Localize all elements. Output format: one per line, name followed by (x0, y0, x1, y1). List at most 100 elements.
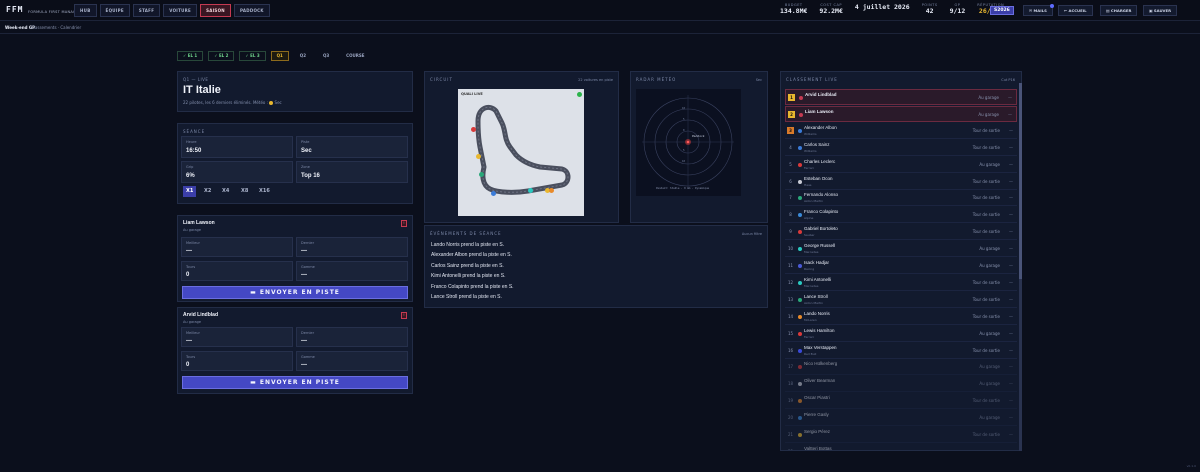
speed-x2-button[interactable]: X2 (201, 186, 214, 197)
mail-button[interactable]: ✉ MAILS (1023, 4, 1054, 16)
mail-label: MAILS (1033, 8, 1047, 13)
standings-row[interactable]: 15 Lewis Hamilton Ferrari Au garage — (785, 326, 1017, 342)
driver-name: Nico Hülkenberg (804, 361, 838, 367)
lap-time: — (1009, 178, 1013, 184)
cell-label: Grip (186, 165, 194, 169)
driver-status: Au garage (978, 111, 999, 117)
radar-map: 10 5 0 5 10 Paddock Pendant: Stable · 0 … (636, 89, 741, 196)
cell-value: 16:50 (186, 148, 202, 154)
brand[interactable]: FFM FORMULA FIRST MANAGER (6, 5, 81, 14)
team-name: Sauber (804, 233, 815, 238)
save-label: SAUVER (1153, 8, 1172, 13)
cell-value: — (301, 338, 307, 344)
standings-row[interactable]: 4 Carlos Sainz Williams Tour de sortie — (785, 140, 1017, 156)
standings-row[interactable]: 6 Esteban Ocon Haas Tour de sortie — (785, 174, 1017, 190)
tab-q1[interactable]: Q1 (270, 51, 289, 61)
send-to-track-button[interactable]: ▬ ENVOYER EN PISTE (182, 286, 408, 299)
lap-time: — (1009, 229, 1013, 235)
stat-gp: GP 9/12 (944, 3, 972, 16)
team-color-dot (798, 213, 802, 218)
speed-x16-button[interactable]: X16 (256, 186, 273, 197)
tab-q2[interactable]: Q2 (294, 51, 312, 61)
standings-row[interactable]: 8 Franco Colapinto Alpine Tour de sortie — (785, 207, 1017, 224)
radar-rings (642, 95, 734, 189)
position-number: 15 (787, 330, 794, 336)
lap-time: — (1009, 449, 1013, 450)
cell-label: Gomme (301, 355, 315, 359)
breadcrumb-links[interactable]: Classements · Calendrier (31, 25, 81, 30)
tab-el2[interactable]: ✓ EL 2 (208, 51, 235, 61)
standings-row[interactable]: 11 Isack Hadjar Racing Au garage — (785, 258, 1017, 274)
standings-row[interactable]: 10 George Russell Mercedes Au garage — (785, 241, 1017, 258)
driver-name: Pierre Gasly (804, 412, 829, 418)
standings-row[interactable]: 1 Arvid Lindblad Au garage — (785, 89, 1017, 105)
team-color-dot (798, 179, 802, 184)
nav-equipe[interactable]: ÉQUIPE (99, 4, 130, 17)
position-number: 19 (787, 398, 794, 404)
driver-status: Au garage (979, 263, 1000, 268)
team-color-dot (798, 162, 802, 167)
standings-scrollbar[interactable] (1019, 83, 1022, 451)
events-filter[interactable]: Aucun filtre (742, 232, 762, 236)
button-label: ENVOYER EN PISTE (259, 379, 340, 386)
driver-status: Tour de sortie (972, 178, 1000, 184)
standings-row[interactable]: 17 Nico Hülkenberg Au garage — (785, 359, 1017, 376)
nav-hub[interactable]: HUB (74, 4, 97, 17)
standings-row[interactable]: 21 Sergio Pérez Tour de sortie — (785, 427, 1017, 443)
driver-name: Charles Leclerc (804, 158, 836, 164)
nav-saison[interactable]: SAISON (200, 4, 231, 17)
speed-x8-button[interactable]: X8 (238, 186, 251, 197)
save-button[interactable]: ▣ SAUVER (1143, 5, 1178, 16)
driver-status: Tour de sortie (972, 127, 1000, 133)
speed-x1-button[interactable]: X1 (183, 186, 197, 197)
standings-row[interactable]: 14 Lando Norris McLaren Tour de sortie — (785, 309, 1017, 325)
speed-x4-button[interactable]: X4 (219, 186, 232, 197)
standings-row[interactable]: 5 Charles Leclerc Ferrari Au garage — (785, 157, 1017, 173)
load-button[interactable]: ▤ CHARGER (1100, 5, 1138, 16)
driver-name: George Russell (804, 243, 836, 249)
tab-el1[interactable]: ✓ EL 1 (177, 51, 204, 61)
radar-ring-label: 5 (683, 149, 685, 152)
team-name: Red Bull (804, 351, 817, 356)
lap-time: — (1009, 398, 1013, 404)
standings-row[interactable]: 13 Lance Stroll Aston Martin Tour de sortie… (785, 292, 1017, 308)
position-number: 2 (788, 110, 795, 118)
radar-center-label: Paddock (692, 134, 705, 138)
nav-staff[interactable]: STAFF (132, 4, 161, 17)
car-marker (476, 154, 481, 159)
standings-row[interactable]: 18 Oliver Bearman Au garage — (785, 376, 1017, 393)
cell-label: Tours (186, 355, 196, 359)
team-name: Ferrari (804, 165, 814, 170)
nav-voiture[interactable]: VOITURE (163, 4, 198, 17)
driver-status: Tour de sortie (972, 229, 1000, 235)
load-label: CHARGER (1110, 8, 1132, 13)
radar-ring-label: 5 (683, 118, 685, 121)
standings-row[interactable]: 20 Pierre Gasly Au garage — (785, 410, 1017, 427)
scroll-thumb[interactable] (1019, 83, 1022, 279)
standings-row[interactable]: 2 Liam Lawson Au garage — (785, 105, 1017, 122)
position-number: 17 (787, 364, 794, 370)
tab-course[interactable]: COURSE (340, 51, 370, 61)
position-number: 13 (787, 296, 794, 302)
season-badge[interactable]: S2026 (990, 6, 1014, 15)
version-label: v0.1.0 (1186, 464, 1196, 468)
driver-status: Au garage (979, 161, 1000, 167)
cell-tyre: Gomme — (296, 261, 408, 281)
circuit-map[interactable]: QUALI LIVE (458, 89, 584, 216)
position-number: 7 (789, 195, 792, 201)
cell-last: Dernier — (296, 237, 408, 257)
standings-row[interactable]: 16 Max Verstappen Red Bull Tour de sortie — (785, 343, 1017, 359)
stat-value: 4 juillet 2026 (854, 3, 910, 11)
standings-row[interactable]: 3 Alexander Albon Williams Tour de sortie — (785, 123, 1017, 139)
tab-el3[interactable]: ✓ EL 3 (239, 51, 266, 61)
nav-paddock[interactable]: PADDOCK (233, 4, 270, 17)
standings-row[interactable]: 7 Fernando Alonso Aston Martin Tour de sort… (785, 190, 1017, 207)
standings-row[interactable]: 12 Kimi Antonelli Mercedes Tour de sortie — (785, 275, 1017, 291)
standings-row[interactable]: 19 Oscar Piastri Tour de sortie — (785, 393, 1017, 410)
standings-row[interactable]: 22 Valtteri Bottas — (785, 444, 1017, 450)
standings-row[interactable]: 9 Gabriel Bortoleto Sauber Tour de sortie — (785, 224, 1017, 241)
tab-q3[interactable]: Q3 (317, 51, 335, 61)
team-name: Williams (804, 131, 817, 136)
home-button[interactable]: ← ACCUEIL (1058, 5, 1093, 16)
send-to-track-button[interactable]: ▬ ENVOYER EN PISTE (182, 376, 408, 389)
